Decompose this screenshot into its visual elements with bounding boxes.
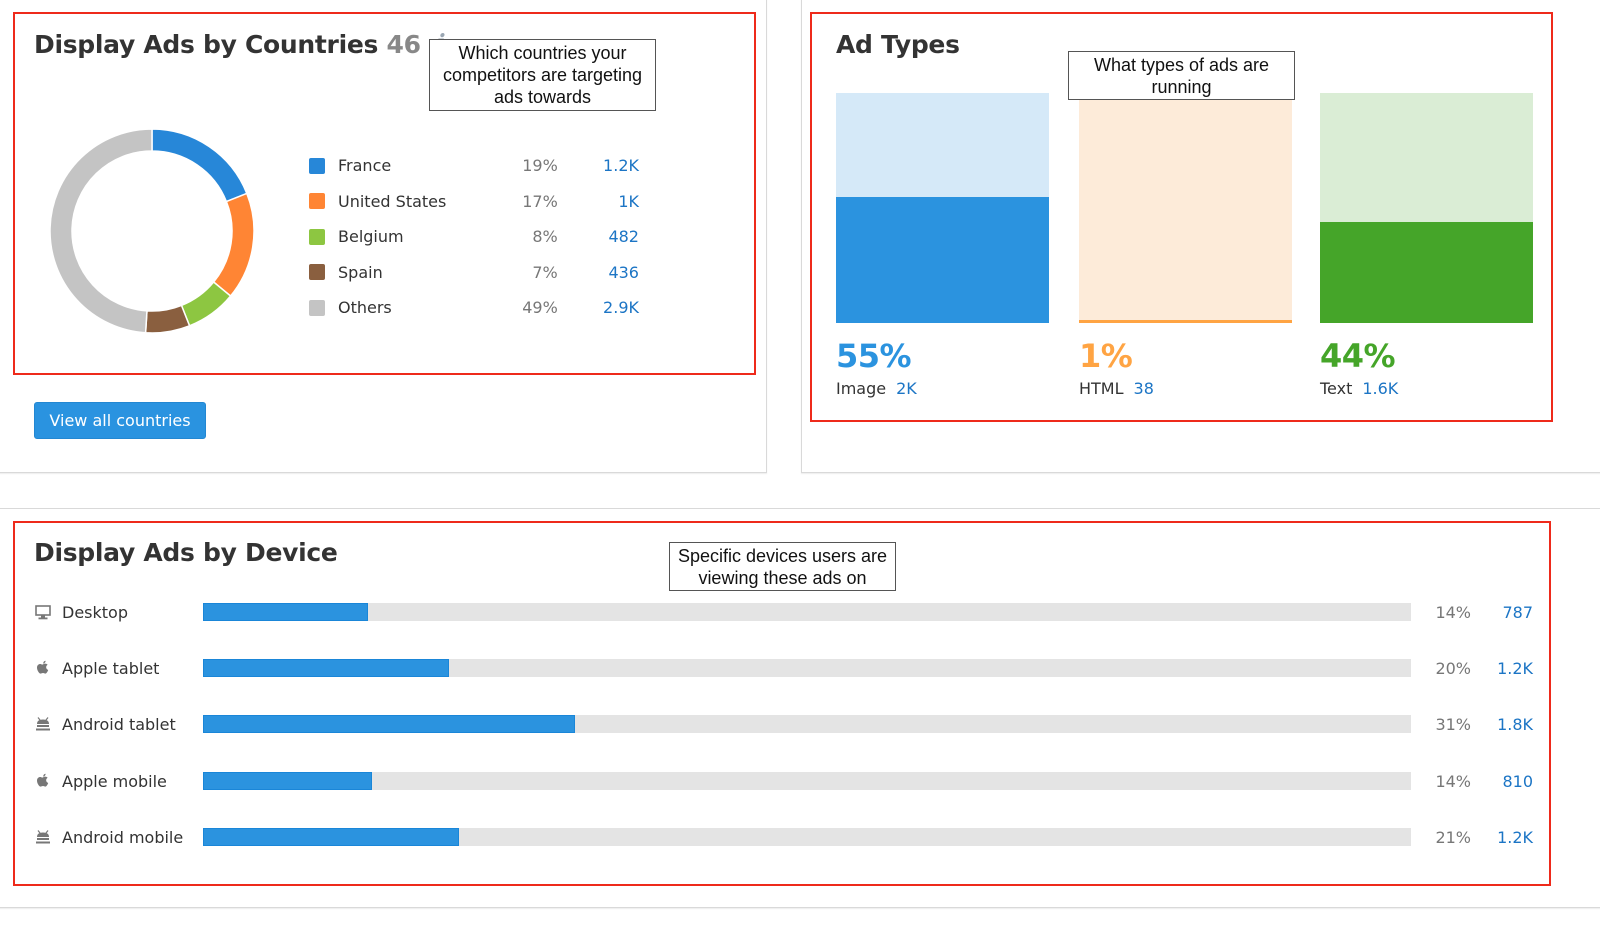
device-bar-fill bbox=[203, 828, 460, 846]
view-all-countries-button[interactable]: View all countries bbox=[34, 402, 206, 439]
device-percent: 21% bbox=[1435, 827, 1471, 847]
ad-type-bar-background bbox=[1079, 93, 1292, 323]
ad-type-bar-background bbox=[1320, 93, 1533, 323]
device-title: Display Ads by Device bbox=[34, 538, 338, 567]
device-name: Apple tablet bbox=[62, 658, 160, 678]
countries-callout: Which countries your competitors are tar… bbox=[429, 39, 656, 111]
legend-percent: 8% bbox=[532, 227, 558, 247]
ad-type-value-link[interactable]: 2K bbox=[896, 379, 917, 398]
apple-icon bbox=[34, 772, 52, 790]
donut-slice-spain[interactable] bbox=[144, 304, 191, 334]
legend-percent: 7% bbox=[532, 262, 558, 282]
device-value-link[interactable]: 1.8K bbox=[1474, 715, 1533, 734]
donut-slice-france[interactable] bbox=[151, 128, 248, 203]
device-value-link[interactable]: 1.2K bbox=[1474, 828, 1533, 847]
device-name: Apple mobile bbox=[62, 771, 167, 791]
device-bar-track bbox=[203, 659, 1411, 677]
legend-row: Others 49% 2.9K bbox=[309, 290, 639, 326]
ad-type-bar-fill bbox=[836, 196, 1049, 323]
device-bar-track bbox=[203, 715, 1411, 733]
device-callout: Specific devices users are viewing these… bbox=[669, 542, 896, 591]
android-icon bbox=[34, 715, 52, 733]
device-bar-fill bbox=[203, 603, 369, 621]
device-bar-fill bbox=[203, 715, 576, 733]
apple-icon bbox=[34, 659, 52, 677]
legend-percent: 49% bbox=[522, 298, 558, 318]
countries-title: Display Ads by Countries 46 i bbox=[34, 30, 445, 59]
device-row: Desktop 14% 787 bbox=[34, 600, 1534, 624]
legend-percent: 17% bbox=[522, 191, 558, 211]
device-value-link[interactable]: 810 bbox=[1474, 772, 1533, 791]
countries-legend: France 19% 1.2K United States 17% 1K Belgium 8%… bbox=[309, 148, 639, 326]
device-row: Apple tablet 20% 1.2K bbox=[34, 656, 1534, 680]
legend-value-link[interactable]: 1.2K bbox=[558, 156, 639, 175]
ad-type-label: Text bbox=[1320, 379, 1353, 398]
ad-type-bar-fill bbox=[1320, 221, 1533, 323]
device-row: Android tablet 31% 1.8K bbox=[34, 712, 1534, 736]
legend-row: United States 17% 1K bbox=[309, 184, 639, 220]
device-bar-fill bbox=[203, 659, 450, 677]
legend-percent: 19% bbox=[522, 156, 558, 176]
legend-swatch bbox=[309, 193, 325, 210]
device-name: Desktop bbox=[62, 602, 128, 622]
legend-country-name: France bbox=[338, 156, 392, 176]
device-row: Apple mobile 14% 810 bbox=[34, 769, 1534, 793]
ad-type-label-row: HTML 38 bbox=[1079, 379, 1292, 398]
legend-value-link[interactable]: 2.9K bbox=[558, 298, 639, 317]
ad-type-bar-fill bbox=[1079, 319, 1292, 323]
countries-donut-chart bbox=[49, 128, 255, 334]
device-name: Android tablet bbox=[62, 714, 176, 734]
ad-type-percent: 55% bbox=[836, 337, 912, 375]
ad-type-value-link[interactable]: 1.6K bbox=[1362, 379, 1398, 398]
device-percent: 14% bbox=[1435, 771, 1471, 791]
device-percent: 14% bbox=[1435, 602, 1471, 622]
legend-swatch bbox=[309, 299, 325, 316]
legend-value-link[interactable]: 482 bbox=[558, 227, 639, 246]
legend-country-name: United States bbox=[338, 191, 447, 211]
legend-swatch bbox=[309, 264, 325, 281]
ad-type-label-row: Image 2K bbox=[836, 379, 1049, 398]
donut-slice-others[interactable] bbox=[49, 128, 153, 334]
ad-type-label: HTML bbox=[1079, 379, 1124, 398]
ad-types-callout: What types of ads are running bbox=[1068, 51, 1295, 100]
android-icon bbox=[34, 828, 52, 846]
ad-type-percent: 1% bbox=[1079, 337, 1133, 375]
legend-swatch bbox=[309, 228, 325, 245]
legend-country-name: Others bbox=[338, 298, 392, 318]
ad-type-html: 1% HTML 38 bbox=[1079, 93, 1292, 398]
legend-value-link[interactable]: 436 bbox=[558, 263, 639, 282]
device-bar-track bbox=[203, 772, 1411, 790]
device-name: Android mobile bbox=[62, 827, 184, 847]
desktop-icon bbox=[34, 603, 52, 621]
device-row: Android mobile 21% 1.2K bbox=[34, 825, 1534, 849]
device-bar-track bbox=[203, 828, 1411, 846]
device-percent: 20% bbox=[1435, 658, 1471, 678]
ad-type-value-link[interactable]: 38 bbox=[1134, 379, 1154, 398]
device-value-link[interactable]: 787 bbox=[1474, 603, 1533, 622]
countries-count: 46 bbox=[386, 30, 422, 59]
ad-type-percent: 44% bbox=[1320, 337, 1396, 375]
legend-row: France 19% 1.2K bbox=[309, 148, 639, 184]
legend-row: Spain 7% 436 bbox=[309, 255, 639, 291]
legend-row: Belgium 8% 482 bbox=[309, 219, 639, 255]
ad-types-title: Ad Types bbox=[836, 30, 960, 59]
ad-type-text: 44% Text 1.6K bbox=[1320, 93, 1533, 398]
countries-title-text: Display Ads by Countries bbox=[34, 30, 379, 59]
ad-type-bar-background bbox=[836, 93, 1049, 323]
legend-country-name: Belgium bbox=[338, 227, 404, 247]
legend-swatch bbox=[309, 157, 325, 174]
ad-type-image: 55% Image 2K bbox=[836, 93, 1049, 398]
device-percent: 31% bbox=[1435, 714, 1471, 734]
ad-type-label: Image bbox=[836, 379, 887, 398]
legend-value-link[interactable]: 1K bbox=[558, 192, 639, 211]
device-value-link[interactable]: 1.2K bbox=[1474, 659, 1533, 678]
donut-slice-united-states[interactable] bbox=[212, 192, 255, 298]
device-bar-fill bbox=[203, 772, 373, 790]
ad-type-label-row: Text 1.6K bbox=[1320, 379, 1533, 398]
device-bar-track bbox=[203, 603, 1411, 621]
legend-country-name: Spain bbox=[338, 262, 383, 282]
